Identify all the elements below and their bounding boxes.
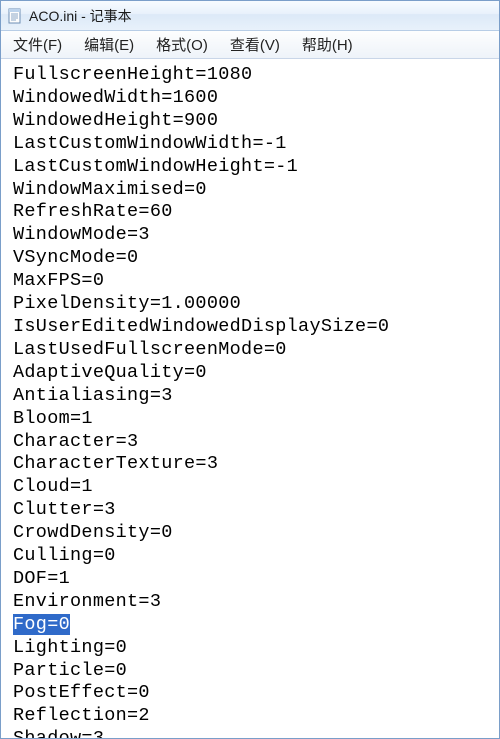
menu-edit[interactable]: 编辑(E)	[82, 32, 136, 57]
text-line[interactable]: Culling=0	[13, 545, 497, 568]
menu-view[interactable]: 查看(V)	[228, 32, 282, 57]
text-line[interactable]: CrowdDensity=0	[13, 522, 497, 545]
text-line[interactable]: WindowedHeight=900	[13, 110, 497, 133]
notepad-window: ACO.ini - 记事本 文件(F) 编辑(E) 格式(O) 查看(V) 帮助…	[0, 0, 500, 739]
text-line[interactable]: LastCustomWindowWidth=-1	[13, 133, 497, 156]
text-line[interactable]: WindowMode=3	[13, 224, 497, 247]
text-area[interactable]: FullscreenHeight=1080WindowedWidth=1600W…	[1, 59, 499, 738]
notepad-icon	[7, 8, 23, 24]
menu-file[interactable]: 文件(F)	[11, 32, 64, 57]
text-line[interactable]: MaxFPS=0	[13, 270, 497, 293]
text-line[interactable]: Cloud=1	[13, 476, 497, 499]
text-line[interactable]: Antialiasing=3	[13, 385, 497, 408]
text-line[interactable]: WindowMaximised=0	[13, 179, 497, 202]
text-line[interactable]: Character=3	[13, 431, 497, 454]
menu-format[interactable]: 格式(O)	[154, 32, 210, 57]
text-line[interactable]: LastCustomWindowHeight=-1	[13, 156, 497, 179]
text-line[interactable]: Environment=3	[13, 591, 497, 614]
text-line[interactable]: LastUsedFullscreenMode=0	[13, 339, 497, 362]
selected-text[interactable]: Fog=0	[13, 614, 70, 635]
menu-help[interactable]: 帮助(H)	[300, 32, 355, 57]
text-line[interactable]: FullscreenHeight=1080	[13, 64, 497, 87]
text-line[interactable]: Lighting=0	[13, 637, 497, 660]
text-line[interactable]: CharacterTexture=3	[13, 453, 497, 476]
text-line[interactable]: Particle=0	[13, 660, 497, 683]
text-line[interactable]: Shadow=3	[13, 728, 497, 738]
text-line[interactable]: Reflection=2	[13, 705, 497, 728]
text-line[interactable]: Fog=0	[13, 614, 497, 637]
titlebar[interactable]: ACO.ini - 记事本	[1, 1, 499, 31]
text-line[interactable]: DOF=1	[13, 568, 497, 591]
text-line[interactable]: VSyncMode=0	[13, 247, 497, 270]
text-line[interactable]: IsUserEditedWindowedDisplaySize=0	[13, 316, 497, 339]
menubar: 文件(F) 编辑(E) 格式(O) 查看(V) 帮助(H)	[1, 31, 499, 59]
text-line[interactable]: RefreshRate=60	[13, 201, 497, 224]
text-line[interactable]: PostEffect=0	[13, 682, 497, 705]
text-line[interactable]: AdaptiveQuality=0	[13, 362, 497, 385]
text-line[interactable]: WindowedWidth=1600	[13, 87, 497, 110]
window-title: ACO.ini - 记事本	[29, 6, 132, 26]
text-line[interactable]: Bloom=1	[13, 408, 497, 431]
text-line[interactable]: PixelDensity=1.00000	[13, 293, 497, 316]
text-line[interactable]: Clutter=3	[13, 499, 497, 522]
